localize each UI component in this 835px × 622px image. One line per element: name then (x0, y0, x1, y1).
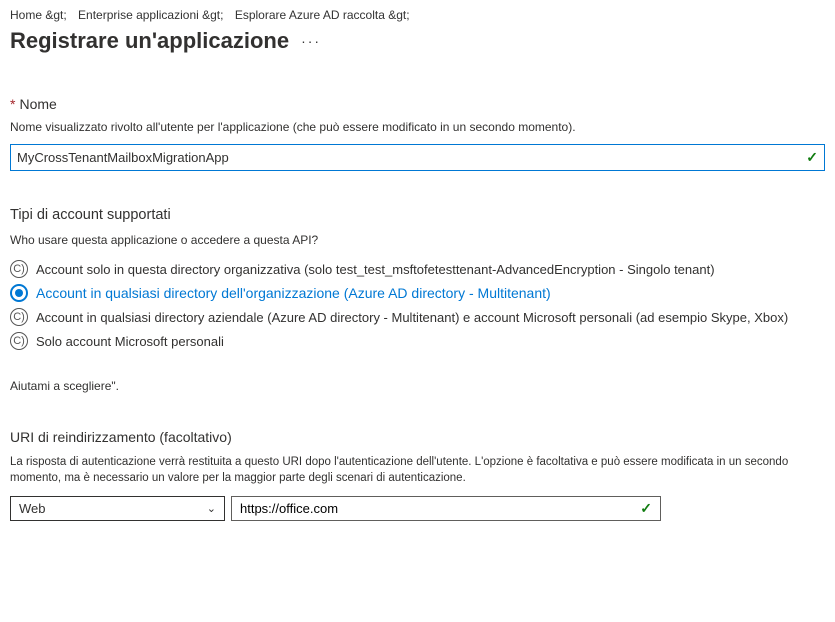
radio-multitenant[interactable]: Account in qualsiasi directory dell'orga… (10, 281, 825, 305)
breadcrumb-item[interactable]: Home &gt; (10, 8, 67, 22)
platform-select[interactable]: Web ⌄ (10, 496, 225, 521)
breadcrumb: Home &gt; Enterprise applicazioni &gt; E… (10, 8, 825, 22)
radio-icon-selected (10, 284, 28, 302)
radio-label: Account in qualsiasi directory aziendale… (36, 310, 788, 325)
radio-icon: C) (10, 332, 28, 350)
chevron-down-icon: ⌄ (207, 502, 216, 515)
redirect-uri-input[interactable] (240, 501, 640, 516)
redirect-uri-input-wrapper[interactable]: ✓ (231, 496, 661, 521)
name-label: *Nome (10, 96, 825, 112)
radio-label: Solo account Microsoft personali (36, 334, 224, 349)
redirect-uri-desc: La risposta di autenticazione verrà rest… (10, 455, 825, 486)
check-icon: ✓ (806, 149, 818, 166)
radio-single-tenant[interactable]: C) Account solo in questa directory orga… (10, 257, 825, 281)
account-types-question: Who usare questa applicazione o accedere… (10, 233, 825, 247)
redirect-uri-heading: URI di reindirizzamento (facoltativo) (10, 429, 825, 445)
radio-icon: C) (10, 308, 28, 326)
radio-label: Account solo in questa directory organiz… (36, 262, 715, 277)
platform-select-value: Web (19, 501, 46, 516)
page-title: Registrare un'applicazione (10, 28, 289, 54)
check-icon: ✓ (640, 500, 652, 517)
radio-multitenant-personal[interactable]: C) Account in qualsiasi directory aziend… (10, 305, 825, 329)
help-me-choose-link[interactable]: Aiutami a scegliere". (10, 379, 825, 393)
breadcrumb-item[interactable]: Enterprise applicazioni &gt; (78, 8, 223, 22)
name-input[interactable] (17, 150, 806, 165)
name-input-wrapper[interactable]: ✓ (10, 144, 825, 171)
account-types-radio-group: C) Account solo in questa directory orga… (10, 257, 825, 353)
radio-icon: C) (10, 260, 28, 278)
account-types-heading: Tipi di account supportati (10, 207, 825, 223)
breadcrumb-item[interactable]: Esplorare Azure AD raccolta &gt; (235, 8, 410, 22)
more-actions-button[interactable]: ··· (301, 33, 321, 49)
radio-personal-only[interactable]: C) Solo account Microsoft personali (10, 329, 825, 353)
name-desc: Nome visualizzato rivolto all'utente per… (10, 120, 825, 134)
radio-label: Account in qualsiasi directory dell'orga… (36, 285, 551, 301)
